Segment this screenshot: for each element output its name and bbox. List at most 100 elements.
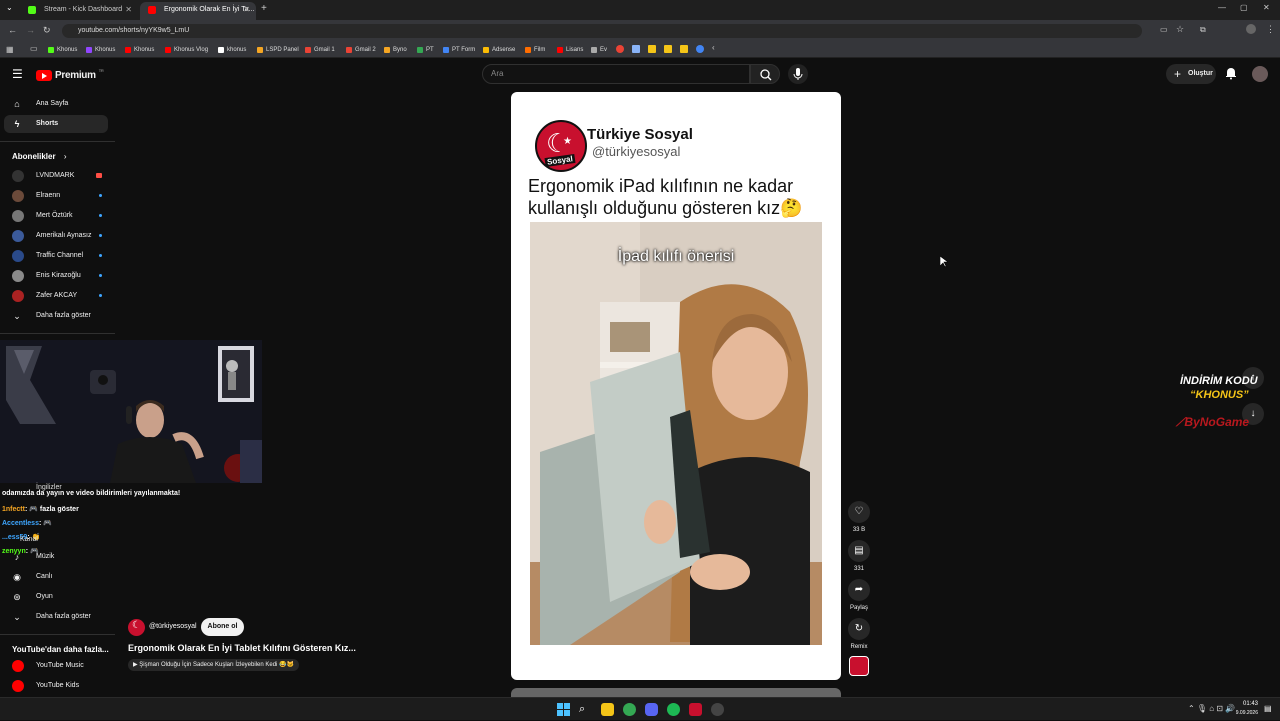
bookmark-item[interactable]: Gmail 2 xyxy=(346,44,376,56)
bookmark-item[interactable]: Khonus Vlog xyxy=(165,44,208,56)
discord-icon[interactable] xyxy=(645,703,658,716)
channel-avatar[interactable]: ☾ xyxy=(128,619,145,636)
maps-icon[interactable] xyxy=(616,45,624,53)
sidebar-partial-label[interactable]: Kanal xyxy=(20,536,38,543)
comments-button[interactable]: ▤ xyxy=(848,540,870,562)
apps-grid-icon[interactable]: ▦ xyxy=(6,45,14,54)
channel-avatar xyxy=(12,210,24,222)
taskbar-search-icon[interactable]: ⌕ xyxy=(579,703,592,716)
search-button[interactable] xyxy=(750,64,780,84)
bookmark-item[interactable]: khonus xyxy=(218,44,246,56)
tab-kick-dashboard[interactable]: Stream - Kick Dashboard ✕ xyxy=(20,2,138,20)
bookmark-item[interactable]: Lisans xyxy=(557,44,583,56)
sidebar-item-live[interactable]: ◉ Canlı xyxy=(4,568,108,586)
app-icon[interactable] xyxy=(689,703,702,716)
bookmark-item[interactable]: Khonus xyxy=(125,44,154,56)
sidebar-item-subscription[interactable]: Traffic Channel xyxy=(4,247,108,265)
minimize-icon[interactable]: — xyxy=(1218,3,1226,12)
bookmark-icon[interactable] xyxy=(664,45,672,53)
youtube-favicon-icon xyxy=(148,6,156,14)
bookmark-icon[interactable] xyxy=(632,45,640,53)
short-title[interactable]: Ergonomik Olarak En İyi Tablet Kılıfını … xyxy=(128,643,356,653)
subscribe-button[interactable]: Abone ol xyxy=(201,618,244,636)
share-label: Paylaş xyxy=(849,605,868,611)
short-headline: Ergonomik iPad kılıfının ne kadar kullan… xyxy=(528,176,803,218)
bookmark-icon[interactable] xyxy=(648,45,656,53)
close-window-icon[interactable]: ✕ xyxy=(1263,3,1270,12)
sidebar-item-subscription[interactable]: Amerikalı Aynasız xyxy=(4,227,108,245)
hamburger-menu-icon[interactable]: ☰ xyxy=(12,67,23,81)
extensions-icon[interactable]: ⧉ xyxy=(1200,25,1206,35)
form-icon xyxy=(443,47,449,53)
clock-date[interactable]: 9.09.2026 xyxy=(1228,710,1258,716)
sidebar-item-subscription[interactable]: Zafer AKCAY xyxy=(4,287,108,305)
tab-search-icon[interactable]: ⌄ xyxy=(6,3,13,12)
file-explorer-icon[interactable] xyxy=(601,703,614,716)
shorts-video-player[interactable]: ☾ ★ Sosyal Türkiye Sosyal @türkiyesosyal… xyxy=(511,92,841,680)
short-channel-handle[interactable]: @türkiyesosyal xyxy=(149,623,197,630)
bookmark-item[interactable]: PT Form xyxy=(443,44,475,56)
bookmark-icon[interactable] xyxy=(696,45,704,53)
bookmark-item[interactable]: Khonus xyxy=(48,44,77,56)
bookmark-item[interactable]: Film xyxy=(525,44,545,56)
account-avatar[interactable] xyxy=(1252,66,1268,82)
sidebar-item-home[interactable]: ⌂ Ana Sayfa xyxy=(4,95,108,113)
back-arrow-icon[interactable]: ← xyxy=(8,25,17,35)
cast-icon[interactable]: ▭ xyxy=(1160,25,1168,34)
like-button[interactable]: ♡ xyxy=(848,501,870,523)
sidebar-show-more[interactable]: ⌄ Daha fazla göster xyxy=(4,307,108,325)
sidebar-item-gaming[interactable]: ⊛ Oyun xyxy=(4,588,108,606)
sidebar-item-shorts[interactable]: ϟ Shorts xyxy=(4,115,108,133)
search-input[interactable]: Ara xyxy=(482,64,750,84)
sidebar-item-music[interactable]: ♪ Müzik xyxy=(4,548,108,566)
voice-search-button[interactable] xyxy=(788,64,808,84)
spotify-icon[interactable] xyxy=(667,703,680,716)
chevron-down-icon: ⌄ xyxy=(13,612,21,622)
tab-close-icon[interactable]: ✕ xyxy=(125,2,132,18)
bookmark-item[interactable]: Khonus xyxy=(86,44,115,56)
create-button[interactable]: + Oluştur xyxy=(1166,64,1216,84)
related-video-chip[interactable]: ▶ Şişman Olduğu İçin Sadece Kuşları İzle… xyxy=(128,659,299,671)
chrome-icon[interactable] xyxy=(623,703,636,716)
tab-close-icon[interactable]: ✕ xyxy=(243,2,250,18)
sidebar-item-subscription[interactable]: Enis Kirazoğlu xyxy=(4,267,108,285)
obs-icon[interactable] xyxy=(711,703,724,716)
tab-youtube-short[interactable]: Ergonomik Olarak En İyi Ta... ✕ xyxy=(140,2,256,20)
bookmark-star-icon[interactable]: ☆ xyxy=(1176,24,1184,35)
sidebar-item-youtube-music[interactable]: YouTube Music xyxy=(4,657,108,675)
new-content-dot-icon xyxy=(99,194,102,197)
forward-arrow-icon[interactable]: → xyxy=(26,25,35,35)
more-bookmarks-icon[interactable]: ‹ xyxy=(712,43,715,52)
windows-start-icon[interactable] xyxy=(557,703,570,716)
short-video-frame[interactable]: İpad kılıfı önerisi xyxy=(530,222,822,645)
bookmark-item[interactable]: Adsense xyxy=(483,44,515,56)
sidebar-item-subscription[interactable]: Mert Öztürk xyxy=(4,207,108,225)
profile-avatar[interactable] xyxy=(1246,24,1256,34)
bookmark-icon[interactable] xyxy=(680,45,688,53)
sound-thumbnail[interactable] xyxy=(849,656,869,676)
sidebar-item-subscription[interactable]: LVNDMARK xyxy=(4,167,108,185)
sidebar-item-youtube-kids[interactable]: YouTube Kids xyxy=(4,677,108,695)
sidebar-item-subscription[interactable]: Elraenn xyxy=(4,187,108,205)
reload-icon[interactable]: ↻ xyxy=(43,25,51,36)
new-tab-plus-icon[interactable]: + xyxy=(261,3,267,14)
share-button[interactable]: ➦ xyxy=(848,579,870,601)
notifications-bell-icon[interactable] xyxy=(1224,66,1238,85)
remix-button[interactable]: ↻ xyxy=(848,618,870,640)
youtube-premium-logo[interactable]: Premium TR xyxy=(36,68,104,82)
sidebar-show-more[interactable]: ⌄ Daha fazla göster xyxy=(4,608,108,626)
url-input[interactable]: youtube.com/shorts/nyYK9w5_LmU xyxy=(62,24,1142,38)
bookmark-item[interactable]: Gmail 1 xyxy=(305,44,335,56)
bookmark-item[interactable]: PT xyxy=(417,44,434,56)
clock-time[interactable]: 01:43 xyxy=(1232,701,1258,707)
bookmark-item[interactable]: Byno xyxy=(384,44,407,56)
browser-menu-icon[interactable]: ⋮ xyxy=(1266,24,1275,35)
maximize-icon[interactable]: ▢ xyxy=(1240,3,1248,12)
sidebar-partial-label[interactable]: İngilizler xyxy=(36,484,62,491)
bookmark-item[interactable]: Ev xyxy=(591,44,607,56)
youtube-play-logo-icon xyxy=(36,69,52,81)
subscriptions-heading[interactable]: Abonelikler › xyxy=(12,152,66,161)
notification-center-icon[interactable]: ▤ xyxy=(1264,704,1272,713)
bookmark-item[interactable]: LSPD Panel xyxy=(257,44,299,56)
folder-icon[interactable]: ▭ xyxy=(30,44,38,53)
